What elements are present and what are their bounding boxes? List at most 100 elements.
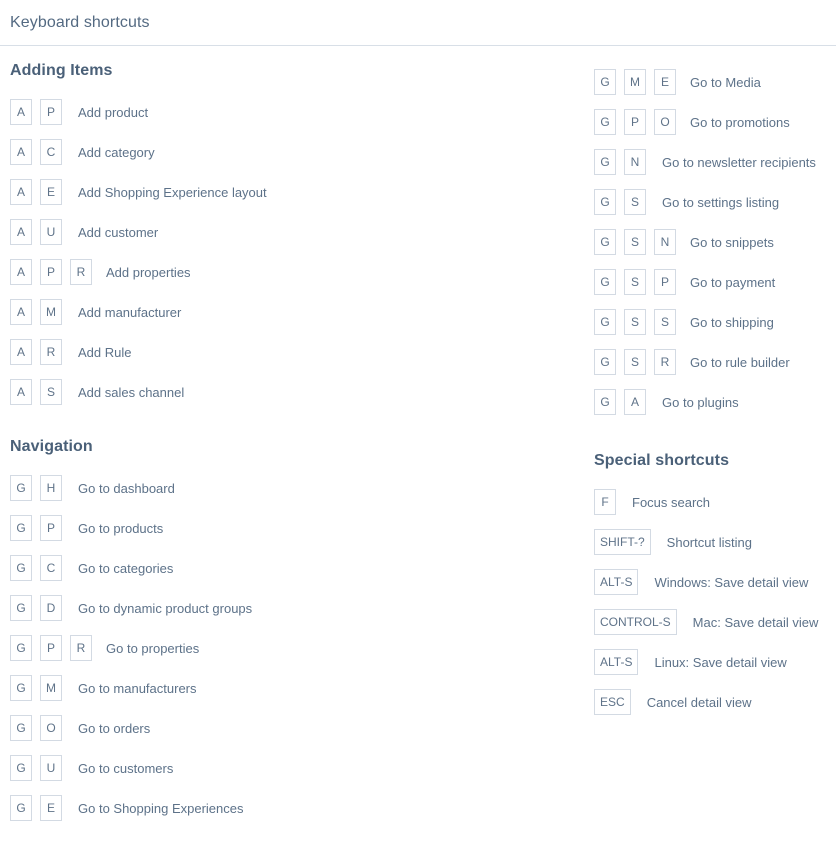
shortcut-row: A M Add manufacturer: [10, 292, 592, 332]
shortcut-row: ALT-S Linux: Save detail view: [594, 642, 836, 682]
key-cap: R: [654, 349, 676, 375]
key-cap: S: [624, 309, 646, 335]
key-cap: O: [40, 715, 62, 741]
shortcut-row: A U Add customer: [10, 212, 592, 252]
shortcut-keys: GN: [594, 149, 646, 175]
key-cap: ESC: [594, 689, 631, 715]
shortcut-row: A S Add sales channel: [10, 372, 592, 412]
shortcut-keys: GP: [10, 515, 62, 541]
shortcut-keys: GS: [594, 189, 646, 215]
shortcut-label: Add product: [78, 104, 149, 120]
shortcuts-content: Adding Items A P Add product A C Add category A…: [0, 46, 836, 828]
key-cap: P: [654, 269, 676, 295]
shortcut-keys: AS: [10, 379, 62, 405]
shortcut-row: G D Go to dynamic product groups: [10, 588, 592, 628]
key-cap: A: [10, 379, 32, 405]
shortcut-row: G S R Go to rule builder: [594, 342, 836, 382]
shortcut-label: Go to rule builder: [690, 354, 790, 370]
key-cap: M: [624, 69, 646, 95]
shortcut-keys: AP: [10, 99, 62, 125]
key-cap: S: [40, 379, 62, 405]
section-heading-adding-items: Adding Items: [10, 62, 113, 79]
shortcut-row: SHIFT-? Shortcut listing: [594, 522, 836, 562]
shortcut-keys: GSN: [594, 229, 676, 255]
shortcut-label: Go to orders: [78, 720, 151, 736]
shortcut-keys: ALT-S: [594, 649, 639, 675]
key-cap: A: [10, 179, 32, 205]
shortcut-label: Go to plugins: [662, 394, 739, 410]
key-cap: A: [10, 219, 32, 245]
key-cap: E: [40, 179, 62, 205]
key-cap: P: [40, 635, 62, 661]
key-cap: C: [40, 139, 62, 165]
page-title: Keyboard shortcuts: [10, 13, 150, 31]
key-cap: A: [10, 339, 32, 365]
key-cap: P: [40, 259, 62, 285]
shortcut-label: Add Rule: [78, 344, 132, 360]
shortcut-list-special-shortcuts: F Focus search SHIFT-? Shortcut listing ALT-…: [594, 482, 836, 722]
shortcut-row: G E Go to Shopping Experiences: [10, 788, 592, 828]
shortcut-row: G S Go to settings listing: [594, 182, 836, 222]
key-cap: G: [594, 69, 616, 95]
key-cap: A: [10, 139, 32, 165]
shortcut-list-navigation-continued: G M E Go to Media G P O Go to promotions G N Go to…: [594, 62, 836, 422]
shortcut-keys: GC: [10, 555, 62, 581]
shortcut-row: G H Go to dashboard: [10, 468, 592, 508]
key-cap: G: [594, 389, 616, 415]
shortcut-keys: GSP: [594, 269, 676, 295]
key-cap: R: [70, 259, 92, 285]
key-cap: G: [10, 635, 32, 661]
key-cap: U: [40, 755, 62, 781]
shortcut-keys: SHIFT-?: [594, 529, 651, 555]
key-cap: A: [10, 299, 32, 325]
shortcut-label: Add Shopping Experience layout: [78, 184, 267, 200]
shortcut-label: Go to settings listing: [662, 194, 780, 210]
shortcut-row: A R Add Rule: [10, 332, 592, 372]
section-heading-special-shortcuts: Special shortcuts: [594, 452, 730, 469]
key-cap: SHIFT-?: [594, 529, 651, 555]
shortcut-label: Go to dashboard: [78, 480, 175, 496]
key-cap: A: [10, 259, 32, 285]
shortcut-label: Go to Media: [690, 74, 761, 90]
shortcut-row: A P R Add properties: [10, 252, 592, 292]
shortcut-list-navigation: G H Go to dashboard G P Go to products G C Go to…: [10, 468, 592, 828]
shortcut-row: G U Go to customers: [10, 748, 592, 788]
shortcut-row: ALT-S Windows: Save detail view: [594, 562, 836, 602]
key-cap: G: [10, 675, 32, 701]
key-cap: M: [40, 299, 62, 325]
shortcut-keys: AM: [10, 299, 62, 325]
key-cap: S: [624, 269, 646, 295]
key-cap: G: [10, 475, 32, 501]
shortcut-row: A C Add category: [10, 132, 592, 172]
key-cap: A: [624, 389, 646, 415]
shortcut-keys: AU: [10, 219, 62, 245]
key-cap: G: [594, 229, 616, 255]
key-cap: G: [10, 555, 32, 581]
shortcut-label: Add manufacturer: [78, 304, 182, 320]
key-cap: R: [40, 339, 62, 365]
shortcut-label: Add properties: [106, 264, 191, 280]
key-cap: A: [10, 99, 32, 125]
key-cap: E: [654, 69, 676, 95]
key-cap: P: [40, 99, 62, 125]
shortcut-label: Go to snippets: [690, 234, 774, 250]
shortcut-label: Go to dynamic product groups: [78, 600, 253, 616]
shortcut-label: Go to Shopping Experiences: [78, 800, 244, 816]
key-cap: G: [594, 309, 616, 335]
right-column: G M E Go to Media G P O Go to promotions G N Go to…: [592, 62, 836, 722]
shortcut-row: ESC Cancel detail view: [594, 682, 836, 722]
shortcut-label: Add customer: [78, 224, 159, 240]
shortcut-row: G M E Go to Media: [594, 62, 836, 102]
key-cap: G: [10, 515, 32, 541]
key-cap: S: [624, 349, 646, 375]
key-cap: P: [40, 515, 62, 541]
shortcut-label: Linux: Save detail view: [654, 654, 787, 670]
shortcut-label: Go to promotions: [690, 114, 790, 130]
shortcut-row: A P Add product: [10, 92, 592, 132]
shortcut-label: Go to products: [78, 520, 164, 536]
key-cap: S: [624, 189, 646, 215]
shortcut-row: G S S Go to shipping: [594, 302, 836, 342]
shortcut-label: Shortcut listing: [666, 534, 752, 550]
shortcut-label: Focus search: [632, 494, 711, 510]
shortcut-keys: AE: [10, 179, 62, 205]
